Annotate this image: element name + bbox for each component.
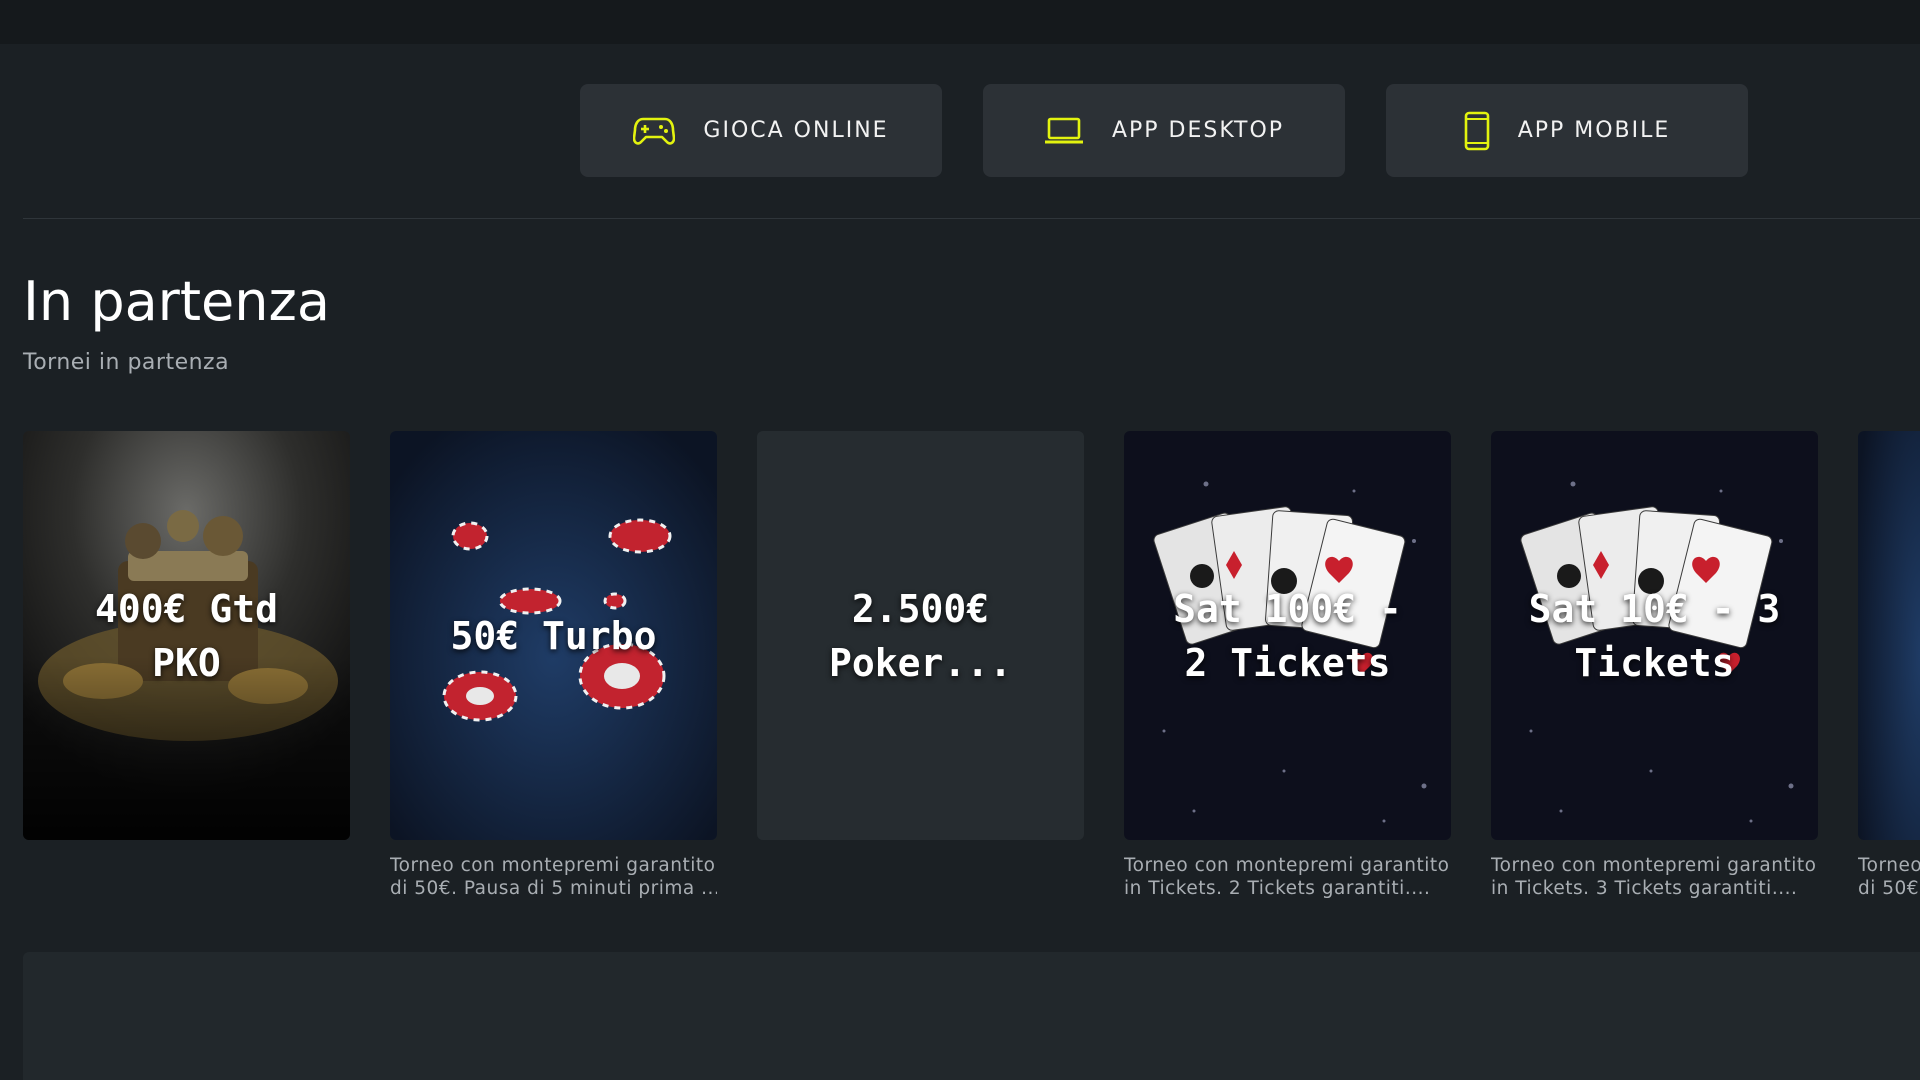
tournament-image: Sat 10€ - 3 Tickets	[1491, 431, 1818, 840]
tournament-card[interactable]: Torneo di 50€	[1858, 431, 1920, 900]
tournament-description: Torneo con montepremi garantito in Ticke…	[1491, 854, 1818, 900]
tournament-image: Sat 100€ - 2 Tickets	[1124, 431, 1451, 840]
tournament-card[interactable]: 50€ Turbo Torneo con montepremi garantit…	[390, 431, 717, 900]
section-subtitle: Tornei in partenza	[23, 350, 230, 375]
app-desktop-button[interactable]: APP DESKTOP	[983, 84, 1345, 177]
tournament-desc-line: Torneo con montepremi garantito	[1491, 855, 1817, 876]
tournament-title: 2.500€ Poker...	[809, 582, 1032, 690]
download-options: GIOCA ONLINE APP DESKTOP APP MOBILE	[580, 84, 1748, 177]
tournament-title-line: 50€ Turbo	[450, 613, 657, 658]
tournament-title: Sat 10€ - 3 Tickets	[1509, 582, 1801, 690]
tournament-image: 50€ Turbo	[390, 431, 717, 840]
tournament-title-line: PKO	[152, 640, 221, 685]
tournament-image: 2.500€ Poker...	[757, 431, 1084, 840]
content-panel	[23, 952, 1920, 1080]
play-online-label: GIOCA ONLINE	[703, 118, 889, 143]
tournament-card[interactable]: 400€ Gtd PKO	[23, 431, 350, 900]
gamepad-icon	[633, 116, 676, 146]
tournament-description: Torneo con montepremi garantito in Ticke…	[1124, 854, 1451, 900]
tournament-title: 400€ Gtd PKO	[75, 582, 298, 690]
tournament-description: Torneo con montepremi garantito di 50€. …	[390, 854, 717, 900]
tournament-desc-line: Torneo con montepremi garantito	[390, 855, 716, 876]
tournament-card[interactable]: Sat 100€ - 2 Tickets Torneo con montepre…	[1124, 431, 1451, 900]
tournament-title-line: 2 Tickets	[1184, 640, 1391, 685]
tournament-title-line: Tickets	[1574, 640, 1735, 685]
tournament-description: Torneo di 50€	[1858, 854, 1920, 900]
tournament-title-line: Sat 10€ - 3	[1528, 586, 1781, 631]
tournament-image: 400€ Gtd PKO	[23, 431, 350, 840]
tournament-desc-line: in Tickets. 2 Tickets garantiti....	[1124, 878, 1431, 899]
smartphone-icon	[1464, 111, 1490, 151]
tournament-image	[1858, 431, 1920, 840]
tournament-desc-line: in Tickets. 3 Tickets garantiti....	[1491, 878, 1798, 899]
tournament-desc-line: di 50€. Pausa di 5 minuti prima ...	[390, 878, 717, 899]
tournament-title-line: Sat 100€ -	[1173, 586, 1402, 631]
play-online-button[interactable]: GIOCA ONLINE	[580, 84, 942, 177]
top-bar	[0, 0, 1920, 44]
laptop-icon	[1044, 116, 1084, 146]
section-title: In partenza	[23, 270, 330, 333]
tournament-carousel: 400€ Gtd PKO 50€ Turbo Torneo con montep…	[23, 431, 1920, 900]
app-mobile-button[interactable]: APP MOBILE	[1386, 84, 1748, 177]
tournament-title-line: 2.500€	[851, 586, 990, 631]
app-desktop-label: APP DESKTOP	[1111, 118, 1285, 143]
tournament-desc-line: Torneo con montepremi garantito	[1124, 855, 1450, 876]
section-divider	[23, 218, 1920, 219]
tournament-title: 50€ Turbo	[431, 609, 677, 663]
tournament-card[interactable]: Sat 10€ - 3 Tickets Torneo con monteprem…	[1491, 431, 1818, 900]
tournament-desc-line: di 50€	[1858, 878, 1920, 899]
tournament-card[interactable]: 2.500€ Poker...	[757, 431, 1084, 900]
tournament-title: Sat 100€ - 2 Tickets	[1153, 582, 1422, 690]
app-mobile-label: APP MOBILE	[1517, 118, 1671, 143]
tournament-desc-line: Torneo	[1858, 855, 1920, 876]
tournament-title-line: Poker...	[828, 640, 1013, 685]
tournament-title-line: 400€ Gtd	[94, 586, 279, 631]
